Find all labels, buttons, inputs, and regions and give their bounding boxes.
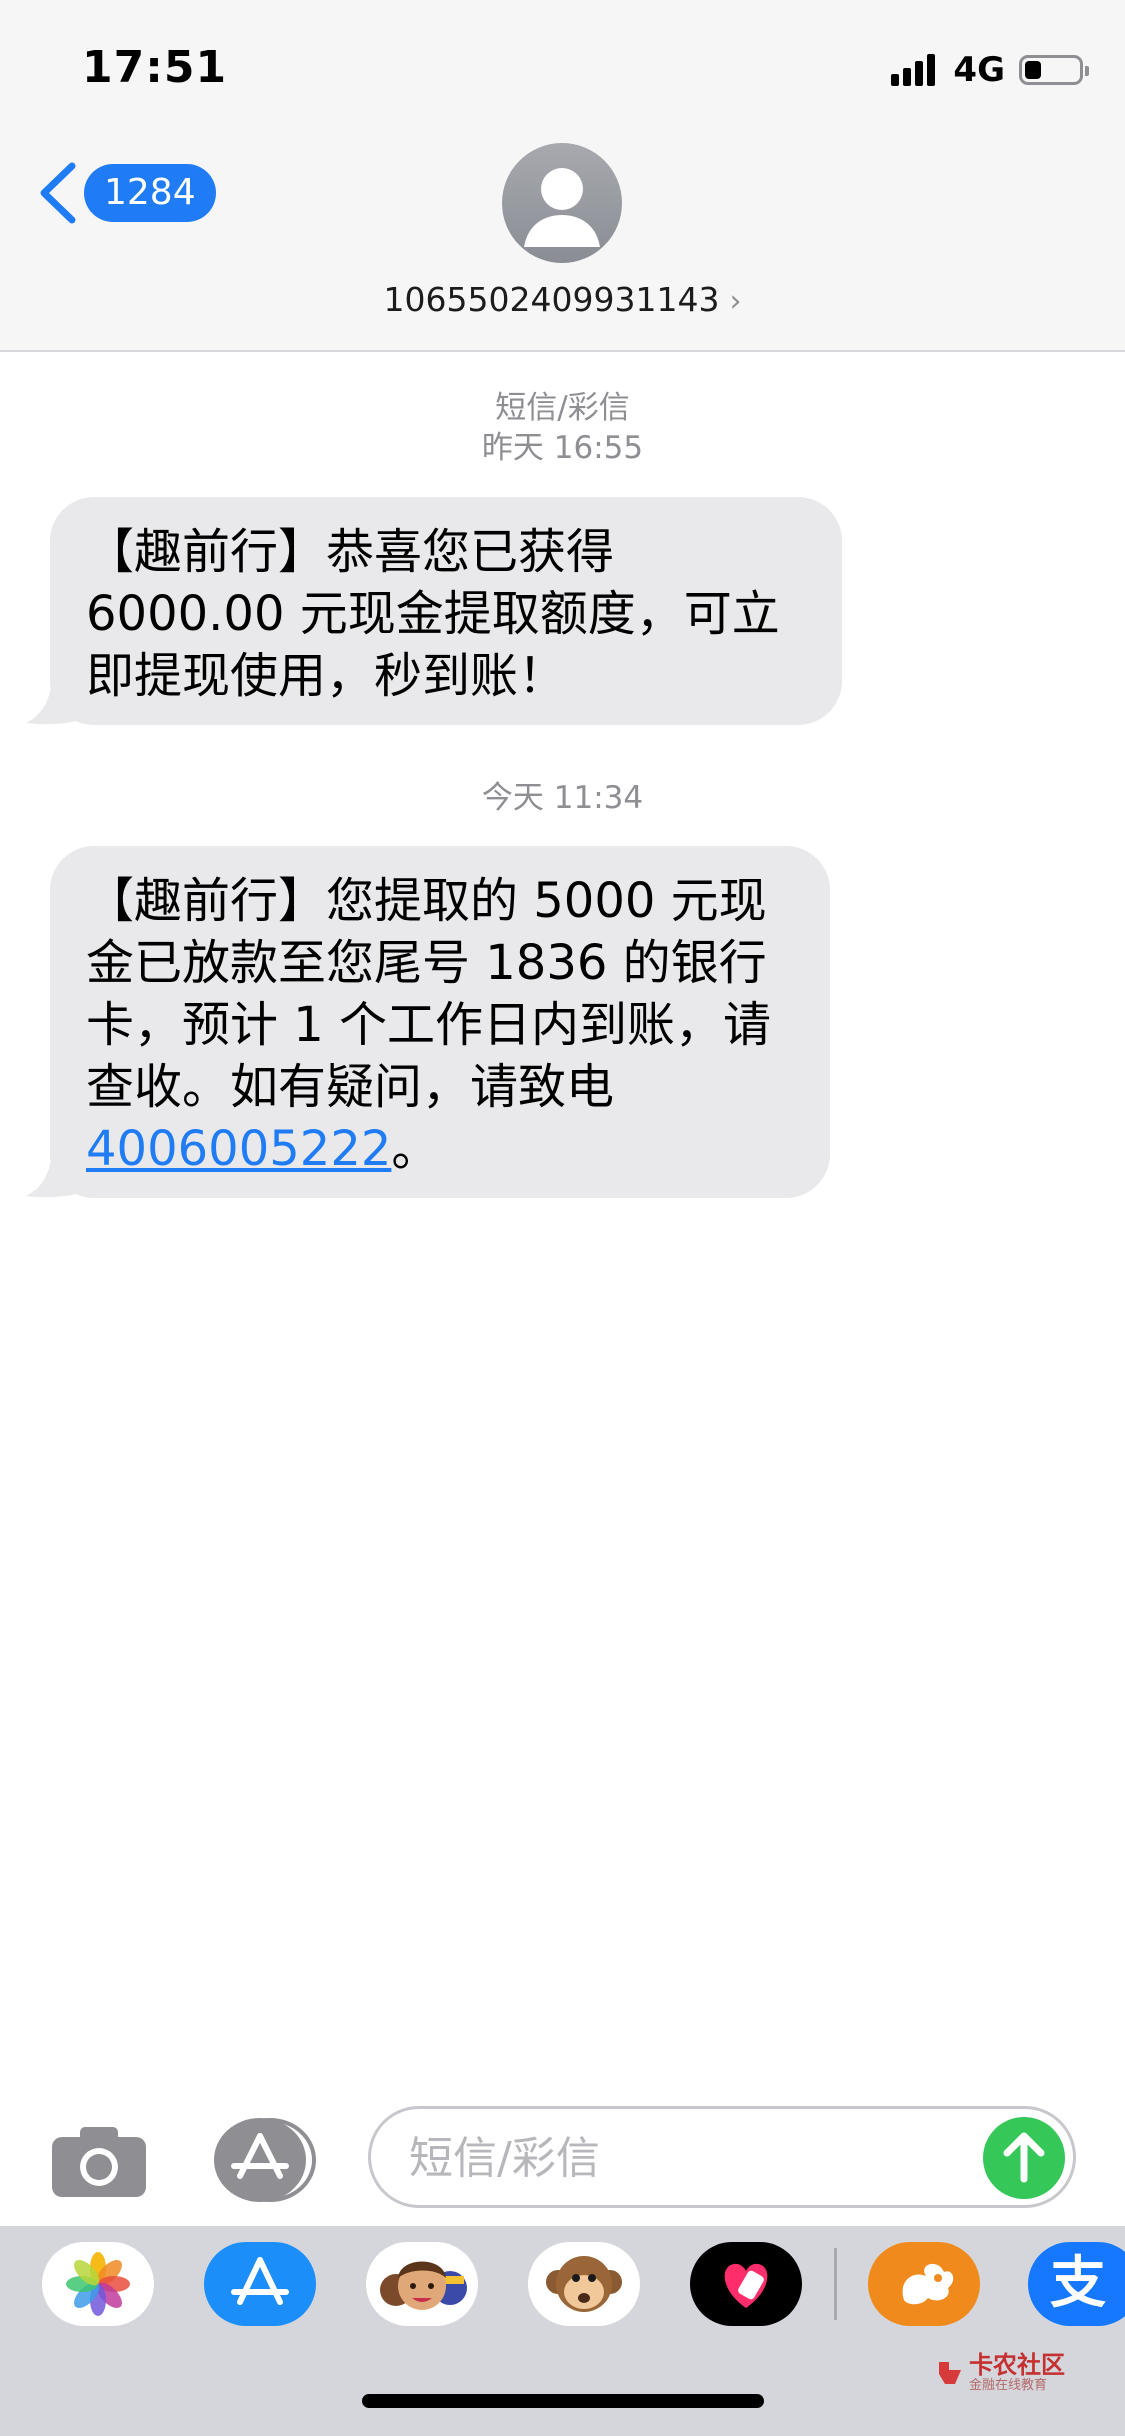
photos-app[interactable] <box>42 2242 154 2326</box>
phone-number-link[interactable]: 4006005222 <box>86 1121 391 1177</box>
incoming-message-bubble[interactable]: 【趣前行】您提取的 5000 元现 金已放款至您尾号 1836 的银行 卡，预计… <box>26 846 830 1198</box>
app-store-app[interactable] <box>204 2242 316 2326</box>
cellular-signal-icon <box>891 54 939 86</box>
unread-count-badge: 1284 <box>84 164 216 222</box>
camera-button[interactable] <box>52 2127 146 2197</box>
app-store-icon <box>214 2118 316 2202</box>
home-indicator[interactable] <box>362 2394 764 2408</box>
message-input-container[interactable] <box>368 2106 1076 2208</box>
message-text-line: 6000.00 元现金提取额度，可立 <box>86 586 780 642</box>
message-text-line: 4006005222。 <box>86 1118 796 1180</box>
bubble-tail <box>26 679 82 725</box>
digital-touch-app[interactable] <box>690 2242 802 2326</box>
animoji-app[interactable] <box>528 2242 640 2326</box>
message-timestamp: 今天 11:34 <box>481 780 644 816</box>
watermark-logo-icon <box>939 2362 961 2384</box>
message-timestamp: 昨天 16:55 <box>481 430 644 466</box>
watermark-subtitle: 金融在线教育 <box>969 2378 1048 2393</box>
back-button[interactable]: 1284 <box>36 160 216 226</box>
chevron-right-icon: › <box>729 284 742 319</box>
person-icon <box>524 168 600 247</box>
arrow-up-icon <box>1003 2132 1045 2183</box>
message-meta: 短信/彩信 昨天 16:55 <box>0 388 1125 468</box>
apps-button[interactable] <box>208 2118 318 2202</box>
digital-touch-icon <box>724 2263 768 2308</box>
network-type: 4G <box>953 50 1005 90</box>
watermark-title: 卡农社区 <box>969 2351 1065 2379</box>
memoji-app[interactable] <box>366 2242 478 2326</box>
contact-avatar[interactable] <box>502 143 622 263</box>
alipay-icon: 支 <box>1050 2251 1106 2316</box>
message-text-line: 【趣前行】您提取的 5000 元现 <box>86 873 767 929</box>
watermark: 卡农社区 金融在线教育 <box>935 2352 1065 2394</box>
message-text-line: 【趣前行】恭喜您已获得 <box>86 524 615 580</box>
status-indicators: 4G <box>891 50 1089 90</box>
camera-icon <box>52 2127 146 2197</box>
incoming-message-bubble[interactable]: 【趣前行】恭喜您已获得 6000.00 元现金提取额度，可立 即提现使用，秒到账… <box>26 497 842 725</box>
memoji-icon <box>380 2261 467 2310</box>
monkey-animoji-icon <box>546 2256 622 2312</box>
uc-browser-icon <box>902 2263 954 2305</box>
send-button[interactable] <box>983 2117 1065 2199</box>
drawer-divider <box>834 2248 837 2320</box>
navigation-header: 17:51 4G 1284 1065502409931143 › <box>0 0 1125 352</box>
status-time: 17:51 <box>82 42 228 93</box>
message-text-line: 即提现使用，秒到账！ <box>86 648 567 704</box>
alipay-app[interactable]: 支 <box>1028 2242 1125 2326</box>
message-text-line: 金已放款至您尾号 1836 的银行 <box>86 935 767 991</box>
contact-number: 1065502409931143 <box>383 280 720 319</box>
battery-level <box>1025 61 1041 79</box>
bubble-tail <box>26 1152 82 1198</box>
message-text-line: 卡，预计 1 个工作日内到账，请 <box>86 997 772 1053</box>
message-meta: 今天 11:34 <box>0 778 1125 818</box>
message-text-suffix: 。 <box>391 1121 440 1177</box>
service-label: 短信/彩信 <box>495 390 630 426</box>
uc-browser-app[interactable] <box>868 2242 980 2326</box>
chevron-left-icon <box>40 162 76 224</box>
photos-icon <box>66 2252 130 2316</box>
message-input[interactable] <box>407 2109 951 2207</box>
message-text-line: 查收。如有疑问，请致电 <box>86 1059 615 1115</box>
battery-icon <box>1019 55 1089 85</box>
contact-details-button[interactable]: 1065502409931143 › <box>0 280 1125 319</box>
app-store-icon <box>231 2257 289 2305</box>
